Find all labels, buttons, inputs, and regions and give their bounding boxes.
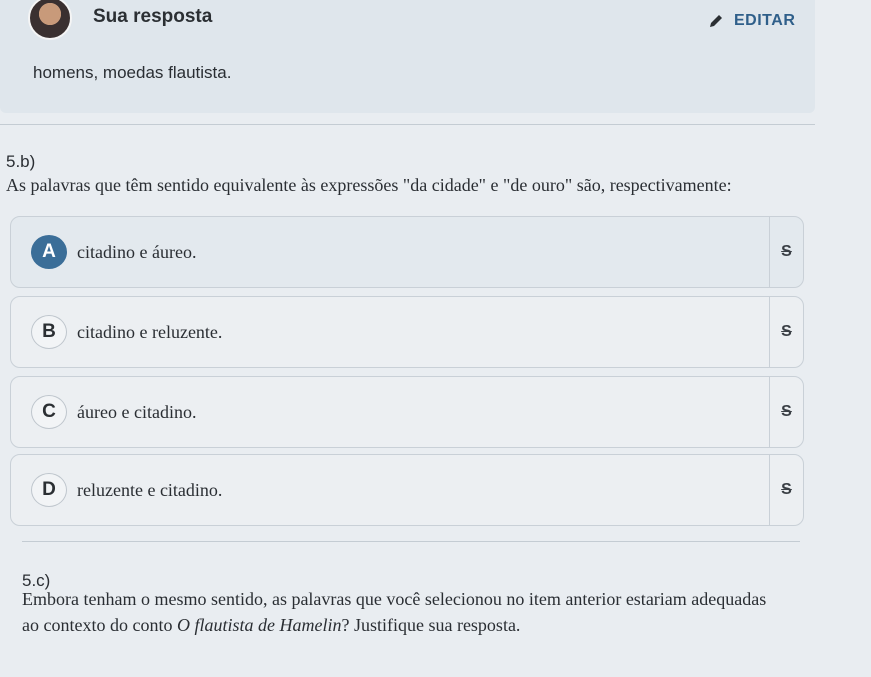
pencil-icon: [708, 13, 724, 29]
answer-title: Sua resposta: [93, 6, 213, 27]
divider: [0, 124, 815, 125]
option-d[interactable]: D reluzente e citadino. S: [10, 454, 804, 526]
strikethrough-icon: S: [781, 243, 792, 260]
answer-card: Sua resposta EDITAR homens, moedas flaut…: [0, 0, 815, 113]
strikethrough-button[interactable]: S: [769, 217, 803, 287]
option-text: reluzente e citadino.: [77, 480, 223, 500]
question-prompt-line2: ao contexto do conto O flautista de Hame…: [22, 612, 520, 638]
strikethrough-button[interactable]: S: [769, 297, 803, 367]
question-number: 5.b): [6, 152, 36, 171]
option-text: áureo e citadino.: [77, 402, 197, 422]
option-text: citadino e áureo.: [77, 242, 197, 262]
prompt-text: ? Justifique sua resposta.: [341, 615, 521, 635]
question-prompt-line1: Embora tenham o mesmo sentido, as palavr…: [22, 589, 767, 609]
option-letter: C: [31, 395, 67, 429]
question-prompt: As palavras que têm sentido equivalente …: [6, 175, 732, 195]
answer-text: homens, moedas flautista.: [33, 63, 232, 82]
strikethrough-icon: S: [781, 481, 792, 498]
strikethrough-button[interactable]: S: [769, 455, 803, 525]
prompt-text: ao contexto do conto: [22, 615, 177, 635]
option-a[interactable]: A citadino e áureo. S: [10, 216, 804, 288]
option-letter: A: [31, 235, 67, 269]
option-letter: B: [31, 315, 67, 349]
divider: [22, 541, 800, 542]
option-text: citadino e reluzente.: [77, 322, 223, 342]
edit-button[interactable]: EDITAR: [708, 12, 795, 30]
edit-label: EDITAR: [734, 12, 796, 29]
option-letter: D: [31, 473, 67, 507]
strikethrough-icon: S: [781, 323, 792, 340]
option-c[interactable]: C áureo e citadino. S: [10, 376, 804, 448]
avatar: [28, 0, 72, 40]
story-title: O flautista de Hamelin: [176, 615, 342, 635]
strikethrough-button[interactable]: S: [769, 377, 803, 447]
option-b[interactable]: B citadino e reluzente. S: [10, 296, 804, 368]
strikethrough-icon: S: [781, 403, 792, 420]
